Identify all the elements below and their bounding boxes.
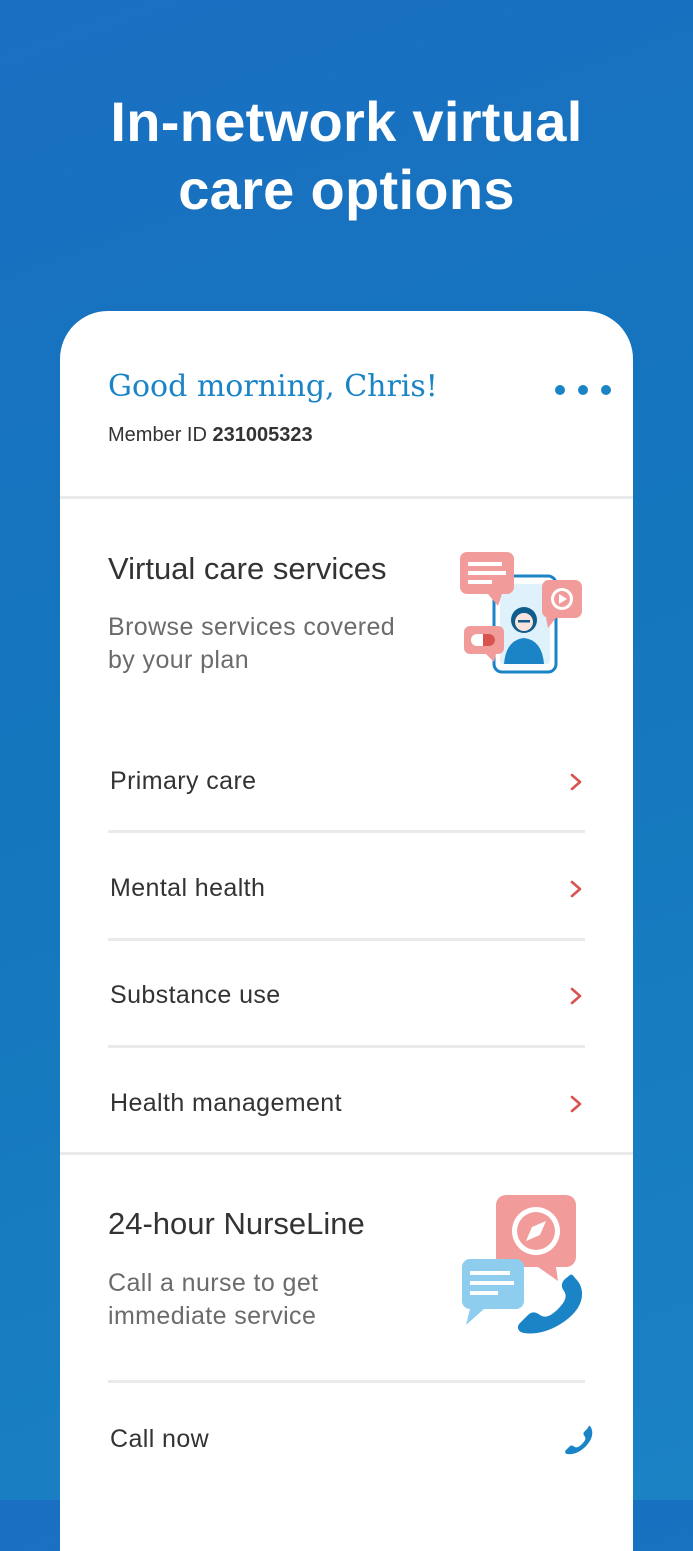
- nurseline-subtitle: Call a nurse to get immediate service: [108, 1267, 319, 1333]
- headline-line-1: In-network virtual: [110, 90, 583, 153]
- phone-icon: [565, 1425, 593, 1454]
- list-item-mental-health[interactable]: Mental health: [110, 836, 585, 941]
- member-id: Member ID 231005323: [108, 424, 313, 447]
- chevron-right-icon: [570, 880, 582, 897]
- virtual-care-title: Virtual care services: [108, 551, 387, 586]
- more-dot-icon: [601, 385, 611, 395]
- chevron-right-icon: [570, 987, 582, 1004]
- nurseline-divider: [108, 1380, 585, 1383]
- list-item-label: Substance use: [110, 981, 281, 1009]
- list-item-label: Mental health: [110, 874, 266, 902]
- list-item-label: Primary care: [110, 767, 257, 795]
- nurse-phone-illustration-icon: [462, 1195, 583, 1334]
- chevron-right-icon: [570, 773, 582, 790]
- more-dot-icon: [555, 385, 565, 395]
- list-item-label: Health management: [110, 1089, 342, 1117]
- page-headline: In-network virtual care options: [0, 88, 693, 224]
- more-dot-icon: [578, 385, 588, 395]
- member-id-label: Member ID: [108, 424, 207, 446]
- chevron-right-icon: [570, 1095, 582, 1112]
- list-divider: [108, 830, 585, 833]
- virtual-care-subtitle: Browse services covered by your plan: [108, 611, 395, 677]
- list-item-health-management[interactable]: Health management: [110, 1051, 585, 1156]
- nurseline-subtitle-line-1: Call a nurse to get: [108, 1269, 319, 1297]
- virtual-care-subtitle-line-2: by your plan: [108, 646, 249, 674]
- call-now-button[interactable]: Call now: [110, 1387, 595, 1492]
- headline-line-2: care options: [178, 158, 515, 221]
- virtual-care-subtitle-line-1: Browse services covered: [108, 613, 396, 641]
- call-now-label: Call now: [110, 1425, 210, 1453]
- virtual-care-card: Good morning, Chris! Member ID 231005323…: [60, 311, 633, 1551]
- greeting-text: Good morning, Chris!: [108, 369, 438, 404]
- list-divider: [108, 938, 585, 941]
- list-item-primary-care[interactable]: Primary care: [110, 729, 585, 834]
- member-id-value: 231005323: [212, 424, 313, 446]
- section-divider: [60, 1152, 633, 1155]
- list-divider: [108, 1045, 585, 1048]
- nurseline-title: 24-hour NurseLine: [108, 1206, 365, 1241]
- nurseline-subtitle-line-2: immediate service: [108, 1302, 317, 1330]
- more-options-button[interactable]: [555, 379, 611, 401]
- list-item-substance-use[interactable]: Substance use: [110, 943, 585, 1048]
- doctor-video-call-illustration-icon: [460, 552, 582, 674]
- header-divider: [60, 496, 633, 499]
